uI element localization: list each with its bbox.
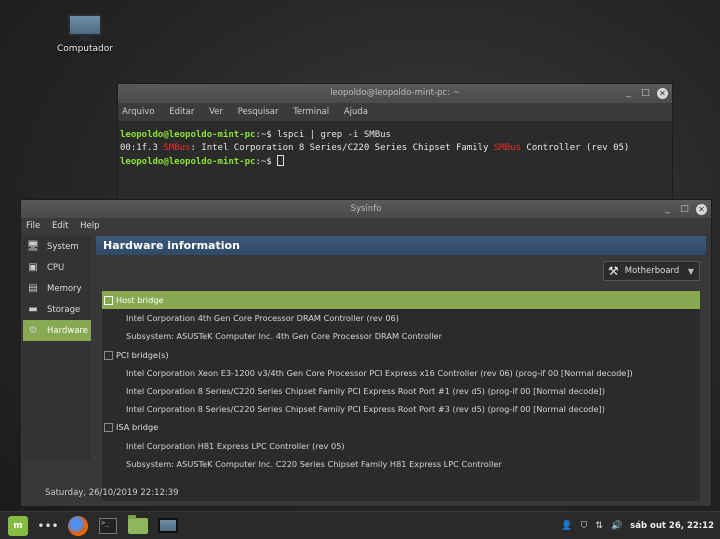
mint-logo-icon: m bbox=[8, 515, 28, 536]
output-highlight: SMBus bbox=[493, 143, 521, 153]
sidebar-item-hardware[interactable]: ⚙ Hardware bbox=[23, 320, 91, 341]
terminal-titlebar[interactable]: leopoldo@leopoldo-mint-pc: ~ _ □ ✕ bbox=[118, 84, 672, 103]
folder-icon bbox=[128, 514, 148, 534]
network-icon[interactable]: ⇅ bbox=[595, 521, 603, 531]
tree-group-host-bridge[interactable]: Host bridge bbox=[102, 291, 700, 310]
sysinfo-launcher[interactable] bbox=[156, 515, 180, 537]
menu-edit[interactable]: Edit bbox=[52, 221, 68, 231]
sidebar: 🖥 System ▣ CPU ▤ Memory ▬ Storage ⚙ Hard… bbox=[23, 236, 91, 460]
sidebar-item-label: CPU bbox=[47, 262, 65, 273]
menu-pesquisar[interactable]: Pesquisar bbox=[238, 107, 279, 117]
menu-help[interactable]: Help bbox=[80, 221, 99, 231]
firefox-launcher[interactable] bbox=[66, 515, 90, 537]
terminal-title: leopoldo@leopoldo-mint-pc: ~ bbox=[330, 88, 460, 98]
terminal-menubar: Arquivo Editar Ver Pesquisar Terminal Aj… bbox=[118, 103, 672, 121]
volume-icon[interactable]: 🔊 bbox=[611, 521, 622, 531]
minimize-icon[interactable]: _ bbox=[662, 200, 673, 218]
gear-icon: ⚙ bbox=[28, 325, 38, 336]
tree-item[interactable]: Intel Corporation 8 Series/C220 Series C… bbox=[102, 400, 700, 418]
sysinfo-window[interactable]: Sysinfo _ □ ✕ File Edit Help 🖥 System ▣ … bbox=[20, 199, 712, 507]
motherboard-dropdown[interactable]: ⚒ Motherboard ▼ bbox=[603, 261, 700, 281]
sidebar-item-cpu[interactable]: ▣ CPU bbox=[23, 257, 91, 278]
status-timestamp: Saturday, 26/10/2019 22:12:39 bbox=[45, 488, 179, 498]
tree-group-pci-bridges[interactable]: PCI bridge(s) bbox=[102, 346, 700, 364]
sidebar-item-system[interactable]: 🖥 System bbox=[23, 236, 91, 257]
monitor-icon bbox=[158, 518, 178, 533]
sidebar-item-label: System bbox=[47, 241, 79, 252]
sysinfo-menubar: File Edit Help bbox=[21, 218, 711, 234]
sysinfo-title: Sysinfo bbox=[350, 204, 382, 214]
disk-icon: ▬ bbox=[28, 304, 38, 315]
close-icon[interactable]: ✕ bbox=[657, 88, 668, 99]
output-pre: 00:1f.3 bbox=[120, 143, 164, 153]
chevron-down-icon: ▼ bbox=[687, 266, 694, 276]
desktop-icon-label: Computador bbox=[57, 44, 113, 54]
close-icon[interactable]: ✕ bbox=[696, 203, 707, 215]
monitor-icon bbox=[68, 14, 102, 41]
sidebar-item-label: Storage bbox=[47, 304, 81, 315]
monitor-icon: 🖥 bbox=[26, 241, 40, 252]
dots-icon[interactable]: ••• bbox=[36, 515, 60, 537]
terminal-output[interactable]: leopoldo@leopoldo-mint-pc:~$ lspci | gre… bbox=[118, 121, 672, 201]
sidebar-item-memory[interactable]: ▤ Memory bbox=[23, 278, 91, 299]
system-tray: 👤 ⛉ ⇅ 🔊 sáb out 26, 22:12 bbox=[561, 521, 720, 531]
sysinfo-titlebar[interactable]: Sysinfo _ □ ✕ bbox=[21, 200, 711, 218]
memory-icon: ▤ bbox=[28, 283, 38, 294]
menu-file[interactable]: File bbox=[26, 221, 40, 231]
files-launcher[interactable] bbox=[126, 514, 150, 537]
menu-terminal[interactable]: Terminal bbox=[293, 107, 329, 117]
hardware-tree[interactable]: Host bridge Intel Corporation 4th Gen Co… bbox=[102, 291, 700, 501]
sidebar-item-label: Memory bbox=[47, 283, 82, 294]
firefox-icon bbox=[68, 515, 88, 536]
output-highlight: SMBus bbox=[163, 143, 191, 153]
chip-icon: ▣ bbox=[28, 262, 38, 273]
main-panel: Hardware information ⚒ Motherboard ▼ Hos… bbox=[96, 236, 706, 504]
tree-item[interactable]: Subsystem: ASUSTeK Computer Inc. 4th Gen… bbox=[102, 327, 700, 345]
tree-item[interactable]: Intel Corporation 8 Series/C220 Series C… bbox=[102, 382, 700, 400]
output-mid: : Intel Corporation 8 Series/C220 Series… bbox=[190, 143, 494, 153]
maximize-icon[interactable]: □ bbox=[640, 84, 651, 103]
tools-icon: ⚒ bbox=[608, 264, 619, 278]
menu-ajuda[interactable]: Ajuda bbox=[344, 107, 368, 117]
menu-arquivo[interactable]: Arquivo bbox=[122, 107, 155, 117]
user-icon[interactable]: 👤 bbox=[561, 521, 572, 531]
minimize-icon[interactable]: _ bbox=[623, 84, 634, 103]
terminal-launcher[interactable]: >_ bbox=[96, 515, 120, 537]
tree-item[interactable]: Intel Corporation 4th Gen Core Processor… bbox=[102, 309, 700, 327]
maximize-icon[interactable]: □ bbox=[679, 200, 690, 218]
prompt: leopoldo@leopoldo-mint-pc bbox=[120, 157, 256, 167]
command-text: lspci | grep -i SMBus bbox=[277, 130, 391, 140]
clock[interactable]: sáb out 26, 22:12 bbox=[630, 521, 714, 531]
menu-editar[interactable]: Editar bbox=[169, 107, 194, 117]
prompt: leopoldo@leopoldo-mint-pc bbox=[120, 130, 256, 140]
shield-icon[interactable]: ⛉ bbox=[581, 521, 588, 531]
desktop-computer-icon[interactable]: Computador bbox=[50, 14, 120, 54]
sidebar-item-storage[interactable]: ▬ Storage bbox=[23, 299, 91, 320]
page-title: Hardware information bbox=[96, 236, 706, 255]
tree-item[interactable]: Intel Corporation H81 Express LPC Contro… bbox=[102, 437, 700, 455]
tree-item[interactable]: Subsystem: ASUSTeK Computer Inc. C220 Se… bbox=[102, 455, 700, 473]
prompt-sep: :~$ bbox=[255, 157, 278, 167]
sidebar-item-label: Hardware bbox=[47, 325, 89, 336]
terminal-icon: >_ bbox=[99, 517, 117, 534]
tree-group-isa-bridge[interactable]: ISA bridge bbox=[102, 418, 700, 436]
terminal-cursor bbox=[277, 155, 285, 166]
taskbar: m ••• >_ 👤 ⛉ ⇅ 🔊 sáb out 26, 22:12 bbox=[0, 511, 720, 539]
output-post: Controller (rev 05) bbox=[520, 143, 630, 153]
tree-item[interactable]: Intel Corporation Xeon E3-1200 v3/4th Ge… bbox=[102, 364, 700, 382]
terminal-window[interactable]: leopoldo@leopoldo-mint-pc: ~ _ □ ✕ Arqui… bbox=[117, 83, 673, 201]
menu-button[interactable]: m bbox=[6, 515, 30, 537]
menu-ver[interactable]: Ver bbox=[209, 107, 223, 117]
prompt-sep: :~$ bbox=[255, 130, 278, 140]
dropdown-label: Motherboard bbox=[624, 266, 680, 276]
